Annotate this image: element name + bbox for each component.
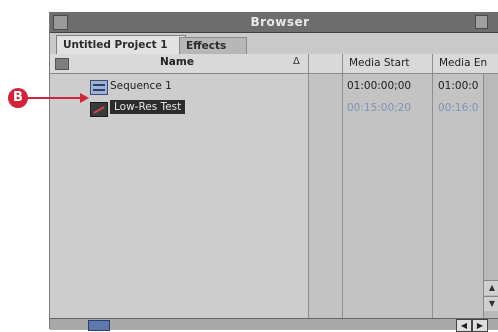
- scroll-up-arrow-icon[interactable]: ▲: [484, 280, 498, 295]
- media-start-value: 01:00:00;00: [347, 80, 412, 92]
- clip-icon: [90, 102, 108, 117]
- media-start-value: 00:15:00;20: [347, 102, 412, 114]
- callout-badge: B: [8, 88, 28, 108]
- scroll-right-arrow-icon[interactable]: ▶: [472, 319, 488, 332]
- media-end-value: 00:16:0: [438, 102, 479, 114]
- window-title: Browser: [250, 15, 310, 29]
- tab-untitled-project[interactable]: Untitled Project 1: [56, 35, 186, 54]
- column-header: Name Δ Media Start Media En: [50, 54, 498, 74]
- browser-content: Name Δ Media Start Media En Sequence 1 0…: [50, 54, 498, 318]
- list-item-low-res-test[interactable]: Low-Res Test 00:15:00;20 00:16:0: [50, 98, 498, 120]
- title-bar[interactable]: Browser: [50, 12, 498, 33]
- zoom-box-icon[interactable]: [475, 15, 488, 29]
- view-toggle-icon[interactable]: [88, 320, 110, 331]
- sequence-icon: [90, 80, 108, 95]
- bottom-bar: ◀ ▶: [50, 318, 498, 332]
- media-start-column-header[interactable]: Media Start: [349, 57, 410, 69]
- callout-line: [27, 97, 83, 99]
- item-name[interactable]: Low-Res Test: [110, 100, 186, 114]
- scroll-left-arrow-icon[interactable]: ◀: [456, 319, 472, 332]
- sort-indicator-icon[interactable]: Δ: [293, 56, 300, 67]
- tab-bar: Untitled Project 1 Effects: [50, 33, 498, 54]
- name-column-header[interactable]: Name: [160, 56, 194, 68]
- callout-arrow-icon: [80, 93, 89, 103]
- vertical-scrollbar[interactable]: ▲ ▼: [483, 74, 498, 318]
- scroll-down-arrow-icon[interactable]: ▼: [484, 296, 498, 311]
- list-item-sequence-1[interactable]: Sequence 1 01:00:00;00 01:00:0: [50, 76, 498, 98]
- browser-window: Browser Untitled Project 1 Effects Name …: [49, 12, 498, 332]
- item-name[interactable]: Sequence 1: [110, 80, 172, 92]
- media-end-column-header[interactable]: Media En: [439, 57, 487, 69]
- media-end-value: 01:00:0: [438, 80, 479, 92]
- column-header-icon[interactable]: [55, 58, 69, 70]
- tab-effects[interactable]: Effects: [179, 37, 247, 54]
- close-box-icon[interactable]: [53, 15, 68, 30]
